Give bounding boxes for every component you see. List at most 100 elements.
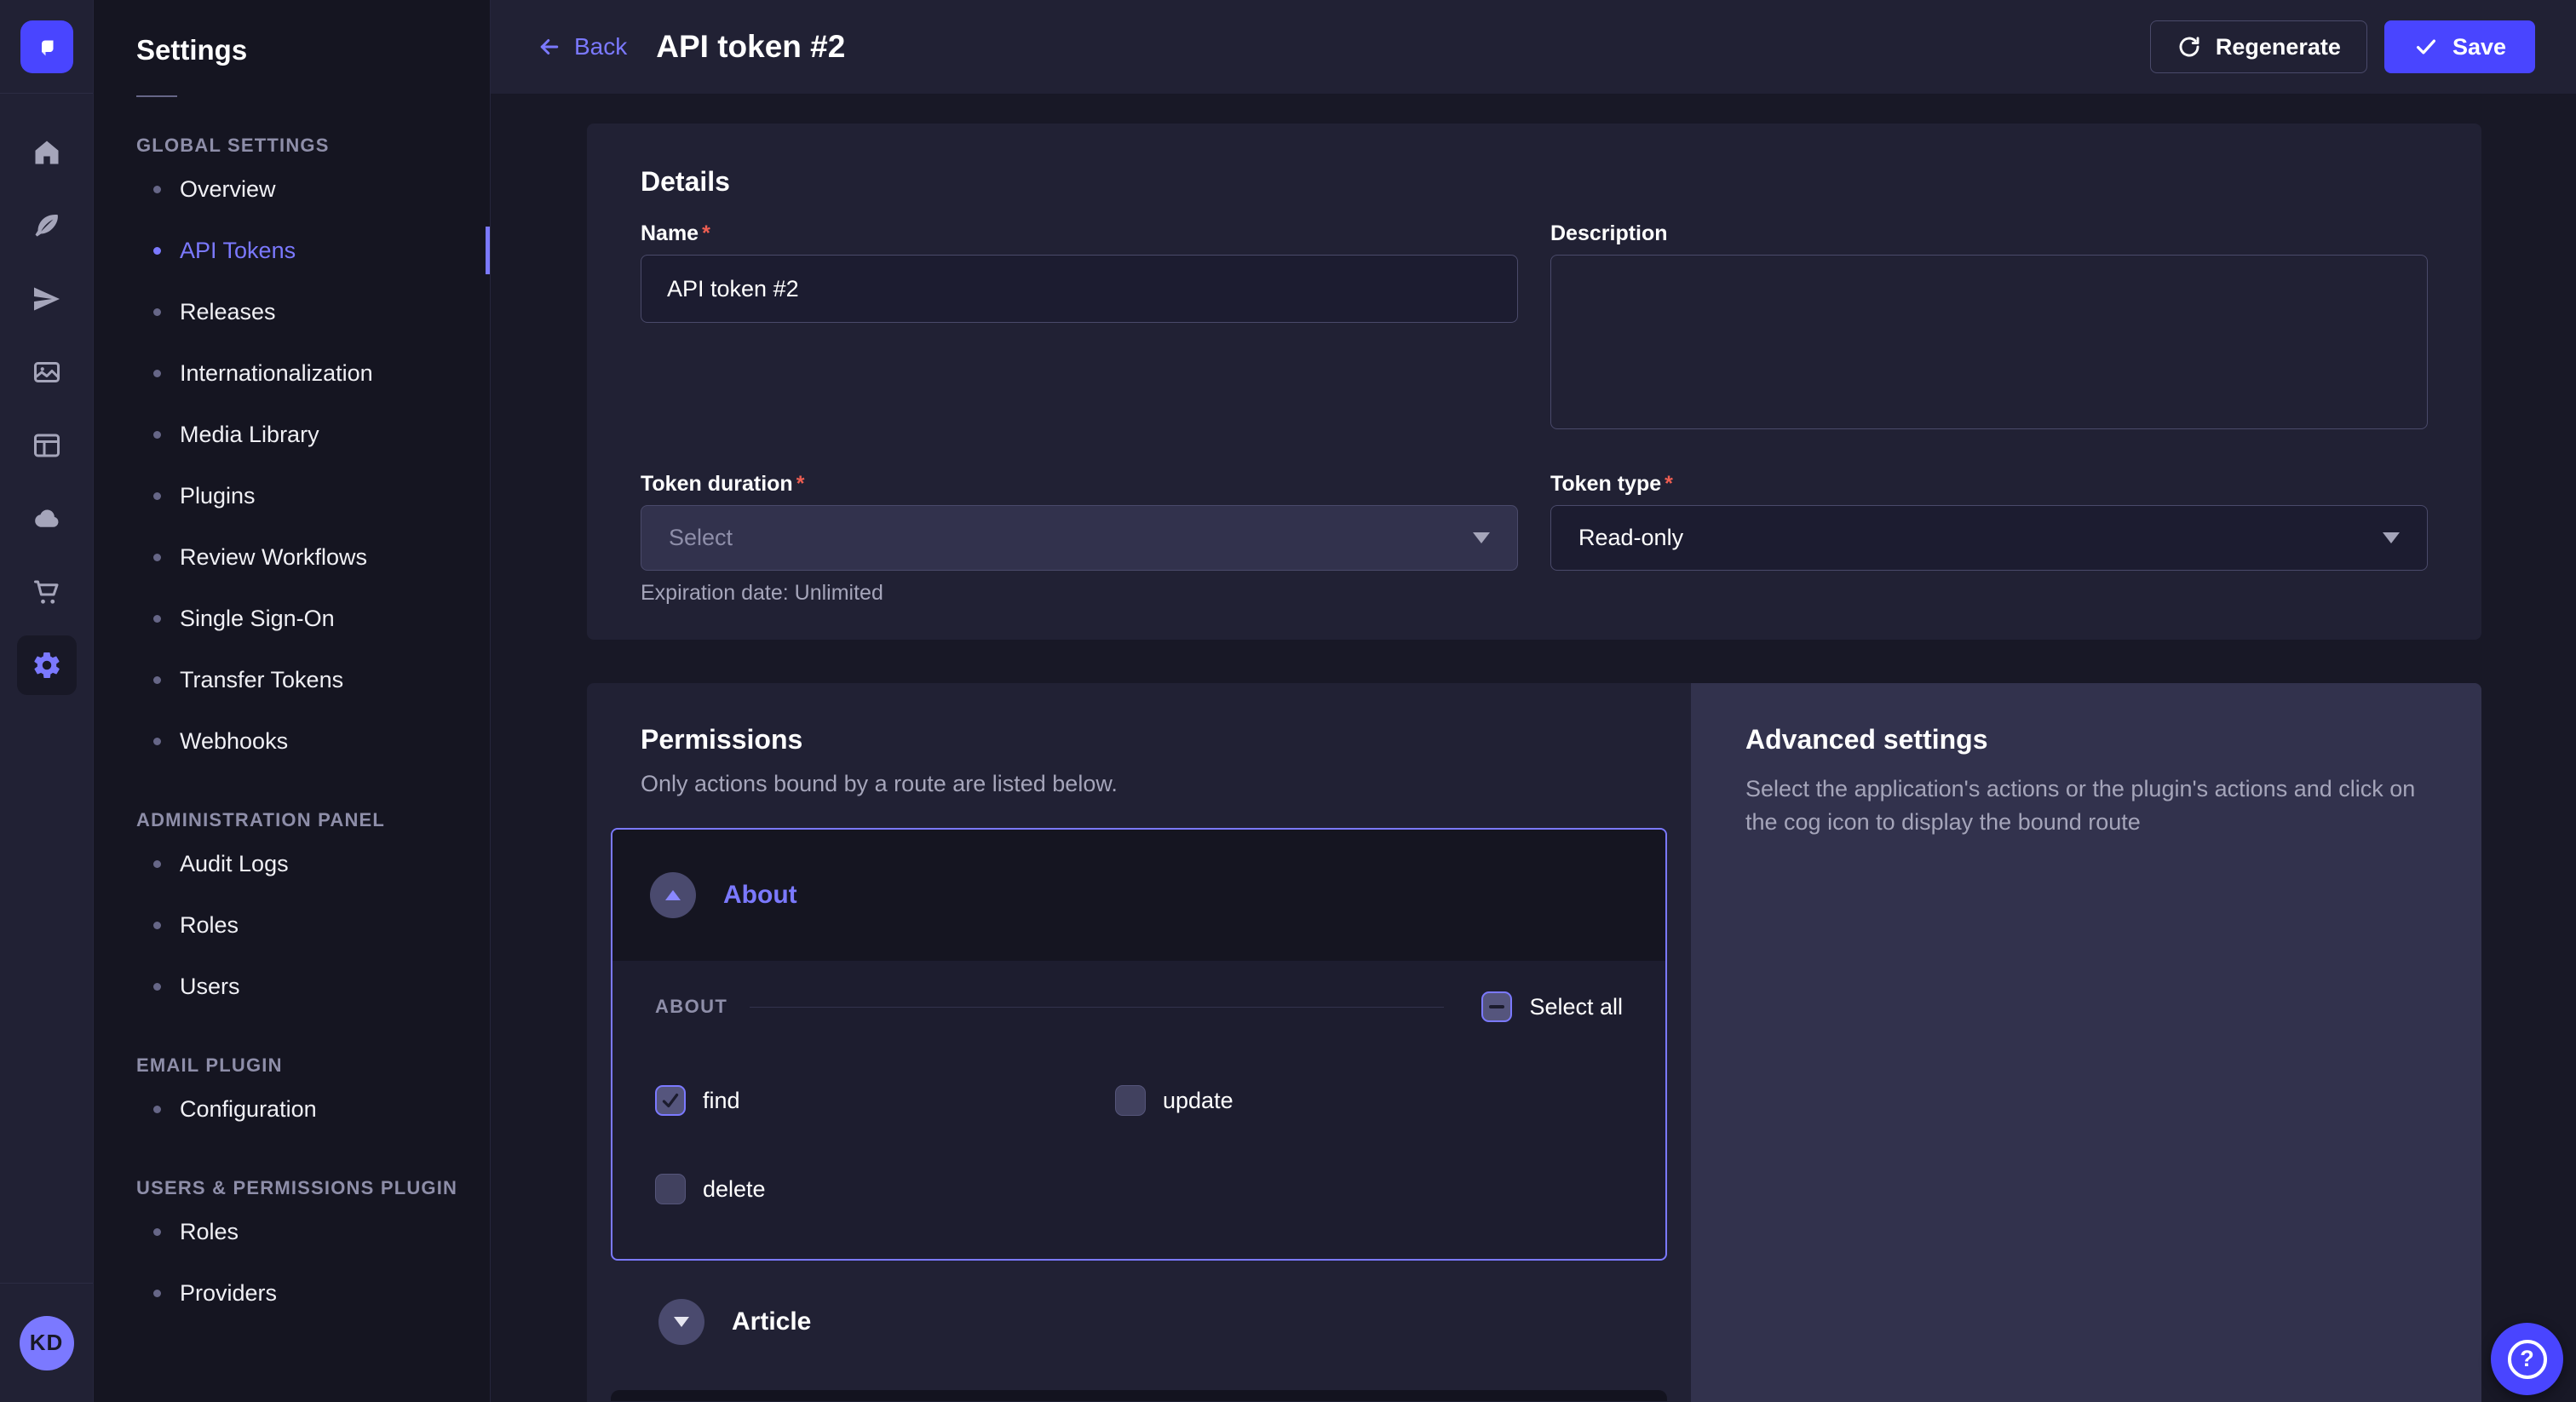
- sidebar-item-label: Configuration: [180, 1096, 317, 1123]
- bullet-icon: [153, 738, 161, 745]
- sidebar-item-label: Webhooks: [180, 728, 288, 755]
- permissions-section: Permissions Only actions bound by a rout…: [587, 683, 2481, 1402]
- about-subsection-row: ABOUT Select all: [655, 991, 1623, 1022]
- accordion-about-header[interactable]: About: [612, 830, 1665, 961]
- cart-icon[interactable]: [0, 555, 94, 629]
- sidebar-item-label: Internationalization: [180, 360, 373, 387]
- permission-find-row[interactable]: find: [655, 1085, 1115, 1116]
- sidebar-item-internationalization[interactable]: Internationalization: [94, 342, 490, 404]
- subnav-divider: [136, 95, 177, 97]
- description-label: Description: [1550, 221, 2428, 246]
- sidebar-item-admin-roles[interactable]: Roles: [94, 894, 490, 956]
- sidebar-item-review-workflows[interactable]: Review Workflows: [94, 526, 490, 588]
- sidebar-item-media-library[interactable]: Media Library: [94, 404, 490, 465]
- description-textarea[interactable]: [1550, 255, 2428, 429]
- sidebar-item-api-tokens[interactable]: API Tokens: [94, 220, 490, 281]
- back-link[interactable]: Back: [537, 33, 627, 60]
- check-icon: [2413, 34, 2439, 60]
- advanced-settings-description: Select the application's actions or the …: [1745, 773, 2427, 839]
- app-window: KD Settings GLOBAL SETTINGS Overview API…: [0, 0, 2576, 1402]
- expand-toggle-button[interactable]: [658, 1299, 704, 1345]
- nav-section-admin-panel: ADMINISTRATION PANEL Audit Logs Roles Us…: [94, 807, 490, 1017]
- accordion-article-title: Article: [732, 1307, 811, 1336]
- bullet-icon: [153, 1290, 161, 1297]
- sidebar-item-label: Plugins: [180, 483, 256, 509]
- select-all-label: Select all: [1529, 994, 1623, 1020]
- sidebar-item-releases[interactable]: Releases: [94, 281, 490, 342]
- bullet-icon: [153, 370, 161, 377]
- details-card: Details Name* Description Token duration…: [587, 124, 2481, 640]
- select-all-checkbox-row[interactable]: Select all: [1481, 991, 1623, 1022]
- sidebar-item-up-roles[interactable]: Roles: [94, 1201, 490, 1262]
- details-title: Details: [641, 166, 2428, 198]
- avatar[interactable]: KD: [20, 1316, 74, 1370]
- sidebar-item-plugins[interactable]: Plugins: [94, 465, 490, 526]
- sidebar-item-email-configuration[interactable]: Configuration: [94, 1078, 490, 1140]
- bullet-icon: [153, 554, 161, 561]
- type-label: Token type*: [1550, 472, 2428, 497]
- nav-section-users-permissions: USERS & PERMISSIONS PLUGIN Roles Provide…: [94, 1175, 490, 1324]
- name-input[interactable]: [641, 255, 1518, 323]
- collapse-toggle-button[interactable]: [650, 872, 696, 918]
- strapi-logo[interactable]: [20, 20, 73, 73]
- accordion-article-header[interactable]: Article: [611, 1295, 1667, 1349]
- type-select[interactable]: Read-only: [1550, 505, 2428, 571]
- rail-icons: [0, 94, 93, 702]
- logo-wrap: [0, 0, 93, 94]
- chevron-down-icon: [674, 1317, 689, 1327]
- sidebar-item-label: Review Workflows: [180, 544, 367, 571]
- chevron-up-icon: [665, 890, 681, 900]
- bullet-icon: [153, 1228, 161, 1236]
- permission-delete-row[interactable]: delete: [655, 1174, 1115, 1204]
- sidebar-item-label: Transfer Tokens: [180, 667, 343, 693]
- description-field-group: Description: [1550, 221, 2428, 434]
- save-button[interactable]: Save: [2384, 20, 2535, 73]
- bullet-icon: [153, 247, 161, 255]
- divider-line: [750, 1007, 1444, 1008]
- accordion-about: About ABOUT Select all: [611, 828, 1667, 1261]
- sidebar-item-admin-users[interactable]: Users: [94, 956, 490, 1017]
- sidebar-item-audit-logs[interactable]: Audit Logs: [94, 833, 490, 894]
- nav-section-label: GLOBAL SETTINGS: [94, 133, 490, 158]
- media-images-icon[interactable]: [0, 336, 94, 409]
- duration-select[interactable]: Select: [641, 505, 1518, 571]
- find-checkbox[interactable]: [655, 1085, 686, 1116]
- bullet-icon: [153, 308, 161, 316]
- help-button[interactable]: ?: [2491, 1323, 2563, 1395]
- sidebar-item-label: Overview: [180, 176, 276, 203]
- select-all-checkbox[interactable]: [1481, 991, 1512, 1022]
- subnav-title: Settings: [94, 0, 490, 66]
- update-checkbox[interactable]: [1115, 1085, 1146, 1116]
- regenerate-button[interactable]: Regenerate: [2150, 20, 2367, 73]
- sidebar-item-label: Users: [180, 974, 240, 1000]
- bullet-icon: [153, 676, 161, 684]
- sidebar-item-webhooks[interactable]: Webhooks: [94, 710, 490, 772]
- sidebar-item-label: Media Library: [180, 422, 319, 448]
- bullet-icon: [153, 615, 161, 623]
- permission-label: update: [1163, 1088, 1233, 1114]
- sidebar-item-transfer-tokens[interactable]: Transfer Tokens: [94, 649, 490, 710]
- sidebar-item-single-sign-on[interactable]: Single Sign-On: [94, 588, 490, 649]
- gear-icon[interactable]: [0, 629, 94, 702]
- permission-update-row[interactable]: update: [1115, 1085, 1623, 1116]
- name-label: Name*: [641, 221, 1518, 246]
- sidebar-item-up-providers[interactable]: Providers: [94, 1262, 490, 1324]
- duration-field-group: Token duration* Select Expiration date: …: [641, 472, 1518, 606]
- required-asterisk: *: [796, 472, 805, 497]
- paper-plane-icon[interactable]: [0, 262, 94, 336]
- layout-icon[interactable]: [0, 409, 94, 482]
- settings-subnav: Settings GLOBAL SETTINGS Overview API To…: [94, 0, 491, 1402]
- cloud-icon[interactable]: [0, 482, 94, 555]
- sidebar-item-label: Providers: [180, 1280, 277, 1307]
- regenerate-label: Regenerate: [2216, 34, 2341, 60]
- check-icon: [659, 1089, 681, 1112]
- home-icon[interactable]: [0, 116, 94, 189]
- main-nav-rail: KD: [0, 0, 94, 1402]
- delete-checkbox[interactable]: [655, 1174, 686, 1204]
- feather-icon[interactable]: [0, 189, 94, 262]
- required-asterisk: *: [702, 221, 710, 246]
- permissions-title: Permissions: [641, 724, 1637, 756]
- rail-user-area: KD: [0, 1283, 93, 1402]
- sidebar-item-label: Roles: [180, 1219, 239, 1245]
- sidebar-item-overview[interactable]: Overview: [94, 158, 490, 220]
